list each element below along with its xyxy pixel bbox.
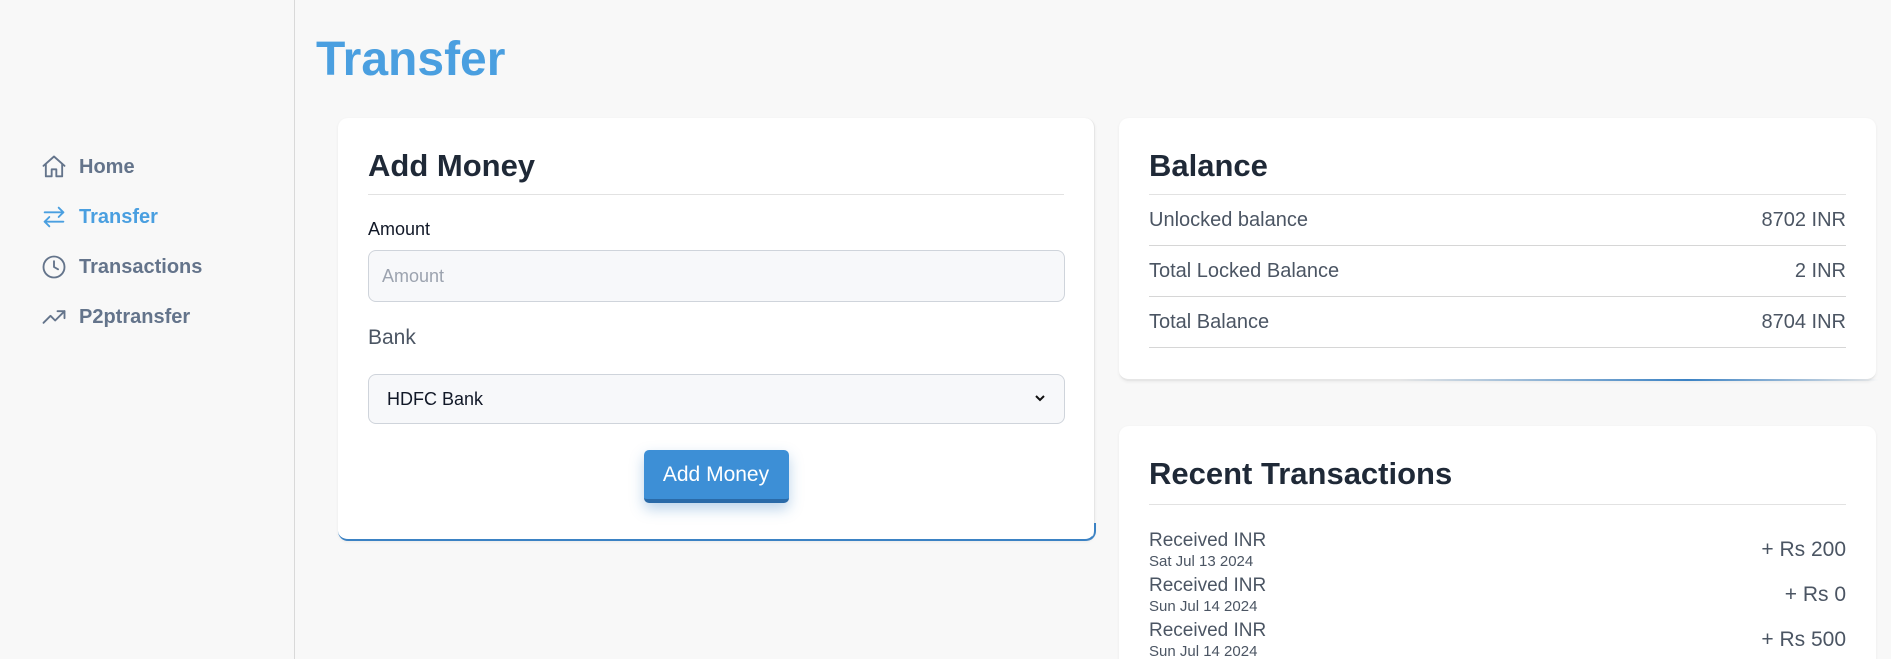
bank-select[interactable]: HDFC Bank	[368, 374, 1065, 424]
amount-label: Amount	[368, 219, 431, 239]
transaction-amount: + Rs 500	[1761, 627, 1846, 651]
balance-row-locked: Total Locked Balance 2 INR	[1149, 246, 1846, 297]
transaction-amount: + Rs 0	[1784, 582, 1846, 606]
clock-icon	[40, 253, 68, 281]
transaction-date: Sun Jul 14 2024	[1149, 597, 1258, 615]
sidebar-item-label: Transactions	[79, 255, 203, 278]
balance-row-unlocked: Unlocked balance 8702 INR	[1149, 195, 1846, 246]
recent-transactions-title: Recent Transactions	[1149, 456, 1846, 505]
balance-value: 2 INR	[1794, 259, 1846, 282]
sidebar-item-label: Home	[79, 155, 135, 178]
add-money-card: Add Money Amount Amount Bank HDFC Bank A…	[338, 118, 1096, 541]
transaction-amount: + Rs 200	[1761, 537, 1846, 561]
transaction-date: Sun Jul 14 2024	[1149, 642, 1258, 659]
balance-value: 8702 INR	[1761, 208, 1847, 231]
transaction-date: Sat Jul 13 2024	[1149, 552, 1254, 570]
transaction-row: Received INR Sat Jul 13 2024 + Rs 200	[1149, 527, 1846, 572]
balance-label: Unlocked balance	[1149, 208, 1308, 231]
card-accent-line	[1399, 379, 1879, 381]
transaction-list: Received INR Sat Jul 13 2024 + Rs 200 Re…	[1149, 527, 1846, 659]
sidebar: Home Transfer Transactions P2ptransfer	[0, 0, 295, 659]
trending-up-icon	[40, 303, 68, 331]
sidebar-item-p2ptransfer[interactable]: P2ptransfer	[40, 292, 202, 342]
sidebar-item-transfer[interactable]: Transfer	[40, 192, 202, 242]
button-row: Add Money	[368, 450, 1064, 503]
sidebar-nav: Home Transfer Transactions P2ptransfer	[40, 142, 202, 342]
sidebar-item-home[interactable]: Home	[40, 142, 202, 192]
balance-label: Total Locked Balance	[1149, 259, 1340, 282]
bank-select-value: HDFC Bank	[387, 388, 484, 409]
home-icon	[40, 153, 68, 181]
amount-input[interactable]: Amount	[368, 250, 1065, 302]
balance-row-total: Total Balance 8704 INR	[1149, 297, 1846, 348]
balance-label: Total Balance	[1149, 310, 1270, 333]
add-money-title: Add Money	[368, 148, 1064, 195]
sidebar-item-transactions[interactable]: Transactions	[40, 242, 202, 292]
transaction-row: Received INR Sun Jul 14 2024 + Rs 0	[1149, 572, 1846, 617]
chevron-down-icon	[1034, 391, 1046, 407]
sidebar-item-label: Transfer	[79, 205, 158, 228]
transfer-icon	[40, 203, 68, 231]
balance-card: Balance Unlocked balance 8702 INR Total …	[1119, 118, 1879, 381]
transaction-row: Received INR Sun Jul 14 2024 + Rs 500	[1149, 617, 1846, 659]
transaction-title: Received INR	[1149, 619, 1267, 641]
sidebar-item-label: P2ptransfer	[79, 305, 191, 328]
page-title: Transfer	[316, 33, 506, 86]
transaction-title: Received INR	[1149, 529, 1267, 551]
transaction-title: Received INR	[1149, 574, 1267, 596]
recent-transactions-card: Recent Transactions Received INR Sat Jul…	[1119, 426, 1876, 659]
balance-title: Balance	[1149, 148, 1846, 195]
balance-value: 8704 INR	[1761, 310, 1847, 333]
bank-label: Bank	[368, 326, 416, 349]
add-money-button[interactable]: Add Money	[643, 450, 789, 503]
